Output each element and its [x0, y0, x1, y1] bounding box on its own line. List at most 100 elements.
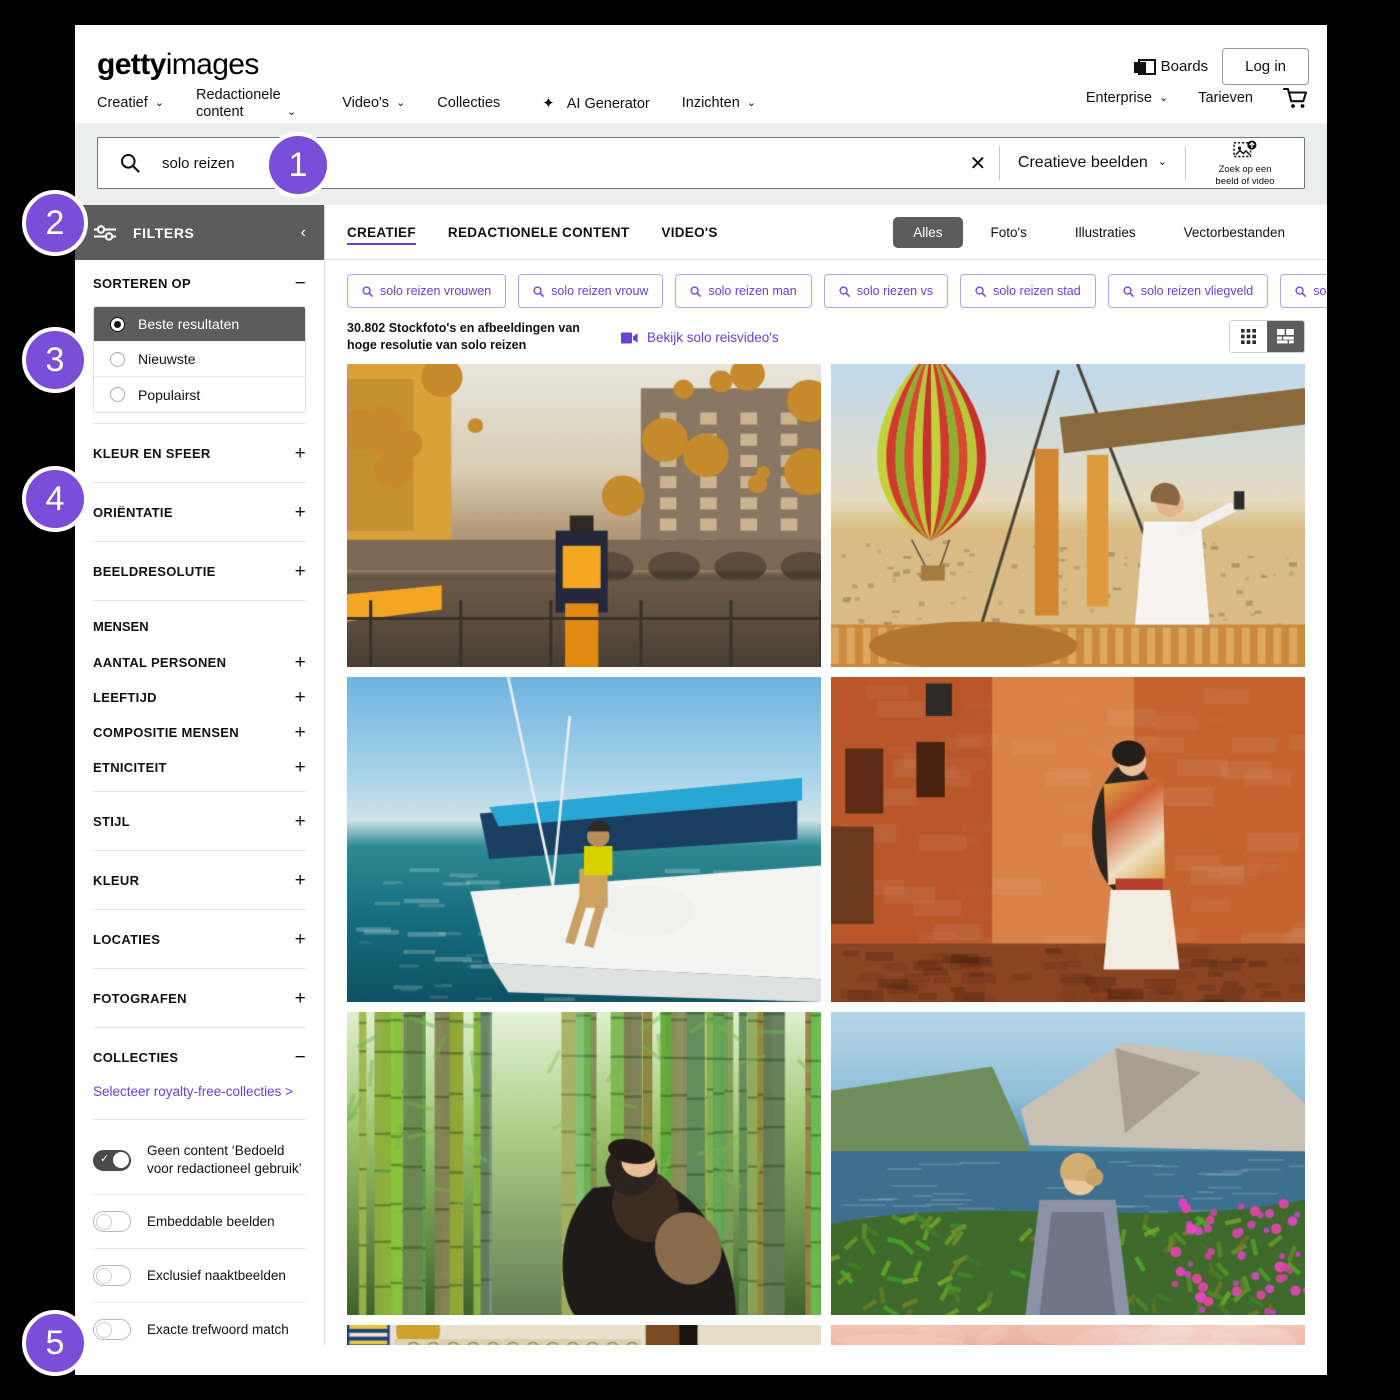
section-etniciteit[interactable]: ETNICITEIT + — [93, 750, 306, 785]
grid-view-button[interactable] — [1230, 321, 1267, 352]
nav-redactionele-content-label: Redactionele content — [196, 87, 280, 120]
chip-solo-riezen-vs[interactable]: solo riezen vs — [824, 274, 948, 308]
nav-ai-generator[interactable]: ✦ AI Generator — [542, 95, 650, 112]
cart-button[interactable] — [1283, 87, 1309, 109]
section-sorteren-op[interactable]: SORTEREN OP − — [93, 260, 306, 306]
result-image-5[interactable] — [347, 1012, 821, 1315]
nav-creatief[interactable]: Creatief ⌄ — [97, 95, 164, 112]
chip-solo-reizen-vrouwen[interactable]: solo reizen vrouwen — [347, 274, 506, 308]
section-beeldresolutie[interactable]: BEELDRESOLUTIE + — [93, 548, 306, 594]
royalty-free-collections-link[interactable]: Selecteer royalty-free-collecties > — [93, 1080, 306, 1113]
toggle-switch[interactable] — [93, 1211, 131, 1232]
clear-search-icon[interactable]: ✕ — [957, 151, 999, 176]
search-type-dropdown[interactable]: Creatieve beelden ⌄ — [1000, 154, 1185, 172]
tab-creatief[interactable]: CREATIEF — [347, 205, 416, 259]
result-image-6[interactable] — [831, 1012, 1305, 1315]
sort-option-beste-resultaten[interactable]: Beste resultaten — [94, 307, 305, 342]
visual-search-button[interactable]: Zoek op een beeld of video — [1186, 138, 1304, 188]
tab-videos[interactable]: VIDEO'S — [661, 205, 717, 259]
expand-icon: + — [295, 723, 306, 742]
results-tabbar: CREATIEF REDACTIONELE CONTENT VIDEO'S Al… — [325, 205, 1327, 260]
nav-enterprise[interactable]: Enterprise ⌄ — [1086, 90, 1168, 107]
tab-redactionele-content[interactable]: REDACTIONELE CONTENT — [448, 205, 630, 259]
toggle-switch[interactable] — [93, 1150, 131, 1171]
pill-fotos[interactable]: Foto's — [971, 217, 1047, 248]
expand-icon: + — [295, 653, 306, 672]
pill-vectorbestanden[interactable]: Vectorbestanden — [1164, 217, 1305, 248]
section-kleur[interactable]: KLEUR + — [93, 857, 306, 903]
nav-inzichten[interactable]: Inzichten ⌄ — [682, 95, 756, 112]
expand-icon: + — [295, 688, 306, 707]
chevron-left-icon[interactable]: ‹ — [301, 224, 306, 242]
nav-tarieven[interactable]: Tarieven — [1198, 90, 1253, 107]
pill-illustraties[interactable]: Illustraties — [1055, 217, 1156, 248]
toggle-exclusief-naaktbeelden[interactable]: Exclusief naaktbeelden — [93, 1249, 306, 1303]
getty-images-logo[interactable]: gettyimages — [97, 48, 259, 82]
section-stijl[interactable]: STIJL + — [93, 798, 306, 844]
nav-collecties[interactable]: Collecties — [437, 95, 500, 112]
nav-creatief-label: Creatief — [97, 95, 148, 112]
result-image-3[interactable] — [347, 677, 821, 1002]
toggle-geen-redactioneel[interactable]: Geen content ‘Bedoeld voor redactioneel … — [93, 1126, 306, 1195]
section-collecties-label: COLLECTIES — [93, 1050, 178, 1065]
chip-solo-reizen-stad[interactable]: solo reizen stad — [960, 274, 1096, 308]
section-stijl-label: STIJL — [93, 814, 130, 829]
results-meta-row: 30.802 Stockfoto's en afbeeldingen van h… — [325, 312, 1327, 364]
video-camera-icon — [621, 332, 638, 344]
chip-solo-reizen-vliegveld[interactable]: solo reizen vliegveld — [1108, 274, 1269, 308]
search-icon — [362, 286, 373, 297]
filters-header[interactable]: FILTERS ‹ — [75, 205, 324, 260]
radio-icon — [110, 317, 125, 332]
section-kleur-en-sfeer[interactable]: KLEUR EN SFEER + — [93, 430, 306, 476]
result-image-4[interactable] — [831, 677, 1305, 1002]
chip-solo-reizen-man[interactable]: solo reizen man — [675, 274, 811, 308]
section-fotografen-label: FOTOGRAFEN — [93, 991, 187, 1006]
toggle-label: Exacte trefwoord match — [147, 1321, 289, 1339]
visual-search-line1: Zoek op een — [1219, 164, 1272, 175]
result-image-7[interactable] — [347, 1325, 821, 1345]
image-upload-icon — [1233, 140, 1257, 162]
section-aantal-personen[interactable]: AANTAL PERSONEN + — [93, 645, 306, 680]
sort-option-nieuwste[interactable]: Nieuwste — [94, 342, 305, 377]
section-compositie-mensen-label: COMPOSITIE MENSEN — [93, 725, 239, 740]
divider — [93, 909, 306, 910]
result-image-1[interactable] — [347, 364, 821, 667]
boards-button[interactable]: Boards — [1134, 58, 1209, 75]
section-locaties[interactable]: LOCATIES + — [93, 916, 306, 962]
toggle-embeddable-beelden[interactable]: Embeddable beelden — [93, 1195, 306, 1249]
result-image-2[interactable] — [831, 364, 1305, 667]
view-videos-link[interactable]: Bekijk solo reisvideo's — [621, 320, 779, 345]
section-orientatie[interactable]: ORIËNTATIE + — [93, 489, 306, 535]
chip-solo-reizen-partial[interactable]: solo r — [1280, 274, 1327, 308]
results-panel: CREATIEF REDACTIONELE CONTENT VIDEO'S Al… — [325, 205, 1327, 1345]
chip-solo-reizen-vrouw[interactable]: solo reizen vrouw — [518, 274, 663, 308]
login-button[interactable]: Log in — [1222, 48, 1309, 85]
toggle-label: Embeddable beelden — [147, 1213, 275, 1231]
nav-redactionele-content[interactable]: Redactionele content ⌄ — [196, 87, 296, 120]
section-orientatie-label: ORIËNTATIE — [93, 505, 173, 520]
nav-videos[interactable]: Video's ⌄ — [342, 95, 405, 112]
section-leeftijd[interactable]: LEEFTIJD + — [93, 680, 306, 715]
section-fotografen[interactable]: FOTOGRAFEN + — [93, 975, 306, 1021]
collapse-icon: − — [295, 1048, 306, 1067]
mosaic-view-button[interactable] — [1267, 321, 1304, 352]
section-leeftijd-label: LEEFTIJD — [93, 690, 157, 705]
section-compositie-mensen[interactable]: COMPOSITIE MENSEN + — [93, 715, 306, 750]
annotation-badge-4: 4 — [22, 466, 88, 532]
pill-alles[interactable]: Alles — [893, 217, 962, 248]
toggle-exacte-trefwoord-match[interactable]: Exacte trefwoord match — [93, 1303, 306, 1356]
image-results-grid — [325, 364, 1327, 1345]
result-image-8[interactable] — [831, 1325, 1305, 1345]
filters-sidebar: FILTERS ‹ SORTEREN OP − Beste resultaten — [75, 205, 325, 1345]
section-collecties[interactable]: COLLECTIES − — [93, 1034, 306, 1080]
annotation-badge-1: 1 — [265, 132, 331, 198]
section-aantal-personen-label: AANTAL PERSONEN — [93, 655, 226, 670]
sort-option-populairst[interactable]: Populairst — [94, 377, 305, 412]
expand-icon: + — [295, 444, 306, 463]
content-tabs: CREATIEF REDACTIONELE CONTENT VIDEO'S — [347, 205, 718, 259]
header-utility-row: Boards Log in — [1134, 48, 1309, 85]
toggle-switch[interactable] — [93, 1265, 131, 1286]
chevron-down-icon: ⌄ — [1158, 155, 1167, 168]
toggle-switch[interactable] — [93, 1319, 131, 1340]
search-icon — [120, 153, 140, 173]
